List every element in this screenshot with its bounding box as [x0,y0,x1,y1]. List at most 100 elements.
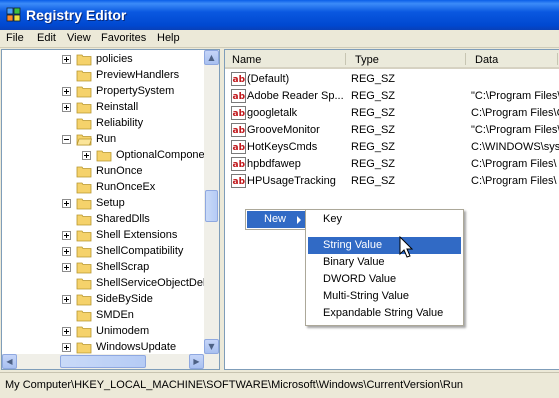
tree-item[interactable]: OptionalCompone [2,148,206,164]
menu-view[interactable]: View [67,32,91,44]
list-row[interactable]: ab hpbdfawep REG_SZ C:\Program Files\ [225,156,559,173]
expand-icon[interactable] [62,327,71,336]
tree-item[interactable]: Unimodem [2,324,206,340]
list-row[interactable]: ab googletalk REG_SZ C:\Program Files\G [225,105,559,122]
menu-file[interactable]: File [6,32,24,44]
cell-data: "C:\Program Files\ [471,124,559,136]
menu-item-new[interactable]: New [247,211,305,228]
list-row[interactable]: ab Adobe Reader Sp... REG_SZ "C:\Program Fi… [225,88,559,105]
tree-item-label: RunOnce [96,165,143,177]
tree-horizontal-scrollbar[interactable]: ◀ ▶ [2,354,219,369]
tree-item[interactable]: Shell Extensions [2,228,206,244]
string-value-icon: ab [231,89,246,103]
submenu-item-expandable-string-value[interactable]: Expandable String Value [308,305,461,322]
tree-item[interactable]: Run [2,132,206,148]
folder-icon [76,182,92,194]
tree-item-label: ShellScrap [96,261,150,273]
submenu-item-multi-string-value[interactable]: Multi-String Value [308,288,461,305]
tree-item[interactable]: Setup [2,196,206,212]
scroll-left-button[interactable]: ◀ [2,354,17,369]
string-value-icon: ab [231,174,246,188]
folder-icon [76,246,92,258]
cell-name: googletalk [247,107,298,119]
scroll-thumb[interactable] [205,190,218,222]
expand-icon[interactable] [62,295,71,304]
list-row[interactable]: ab GrooveMonitor REG_SZ "C:\Program Files\ [225,122,559,139]
expand-icon[interactable] [62,247,71,256]
expand-icon[interactable] [62,87,71,96]
scroll-down-button[interactable]: ▼ [204,339,219,354]
submenu-arrow-icon [297,216,301,224]
submenu-item-key[interactable]: Key [308,211,461,228]
tree-item[interactable]: Reinstall [2,100,206,116]
submenu-item-label: Key [323,213,342,225]
menu-help[interactable]: Help [157,32,180,44]
submenu-item-binary-value[interactable]: Binary Value [308,254,461,271]
svg-text:ab: ab [233,92,246,102]
tree-item-label: OptionalCompone [116,149,205,161]
folder-icon [76,198,92,210]
list-row[interactable]: ab (Default) REG_SZ [225,71,559,88]
title-bar[interactable]: Registry Editor [0,0,559,30]
cell-data: C:\Program Files\G [471,107,559,119]
tree-item[interactable]: ShellCompatibility [2,244,206,260]
list-row[interactable]: ab HotKeysCmds REG_SZ C:\WINDOWS\sys [225,139,559,156]
folder-icon [76,214,92,226]
submenu-item-string-value[interactable]: String Value [308,237,461,254]
cell-name: GrooveMonitor [247,124,320,136]
svg-text:ab: ab [233,75,246,85]
submenu-item-dword-value[interactable]: DWORD Value [308,271,461,288]
svg-text:ab: ab [233,109,246,119]
tree-item[interactable]: RunOnceEx [2,180,206,196]
tree-vertical-scrollbar[interactable]: ▲ ▼ [204,50,219,354]
scroll-up-button[interactable]: ▲ [204,50,219,65]
submenu-item-label: Multi-String Value [323,290,409,302]
tree-item[interactable]: RunOnce [2,164,206,180]
expand-icon[interactable] [62,231,71,240]
column-header-type[interactable]: Type [348,50,468,69]
tree-item[interactable]: PropertySystem [2,84,206,100]
submenu-item-label: String Value [323,239,383,251]
menu-favorites[interactable]: Favorites [101,32,146,44]
folder-icon [76,86,92,98]
horizontal-scroll-thumb[interactable] [60,355,146,368]
tree-item[interactable]: Reliability [2,116,206,132]
menu-edit[interactable]: Edit [37,32,56,44]
cell-type: REG_SZ [351,141,396,153]
list-row[interactable]: ab HPUsageTracking REG_SZ C:\Program Files\ [225,173,559,190]
cell-data: C:\WINDOWS\sys [471,141,559,153]
folder-icon [76,70,92,82]
tree-item[interactable]: SharedDlls [2,212,206,228]
folder-icon [76,294,92,306]
registry-tree[interactable]: policies PreviewHandlers PropertySystem Rei… [1,49,220,370]
cell-type: REG_SZ [351,175,396,187]
expand-icon[interactable] [62,103,71,112]
column-header-name[interactable]: Name [225,50,348,69]
cell-type: REG_SZ [351,158,396,170]
cell-data: C:\Program Files\ [471,158,557,170]
string-value-icon: ab [231,157,246,171]
folder-icon [76,310,92,322]
cell-name: hpbdfawep [247,158,301,170]
tree-item[interactable]: PreviewHandlers [2,68,206,84]
tree-item[interactable]: policies [2,52,206,68]
string-value-icon: ab [231,140,246,154]
tree-item-label: Shell Extensions [96,229,178,241]
tree-item[interactable]: SideBySide [2,292,206,308]
column-header-data[interactable]: Data [468,50,559,69]
collapse-icon[interactable] [62,135,71,144]
expand-icon[interactable] [62,343,71,352]
tree-item-label: Reinstall [96,101,139,113]
tree-item-label: ShellCompatibility [96,245,184,257]
tree-item-label: policies [96,53,133,65]
tree-item[interactable]: ShellServiceObjectDel [2,276,206,292]
tree-item[interactable]: SMDEn [2,308,206,324]
tree-item-label: Unimodem [96,325,150,337]
expand-icon[interactable] [62,55,71,64]
submenu-item-label: Binary Value [323,256,385,268]
expand-icon[interactable] [62,199,71,208]
tree-item[interactable]: ShellScrap [2,260,206,276]
expand-icon[interactable] [82,151,91,160]
scroll-right-button[interactable]: ▶ [189,354,204,369]
expand-icon[interactable] [62,263,71,272]
